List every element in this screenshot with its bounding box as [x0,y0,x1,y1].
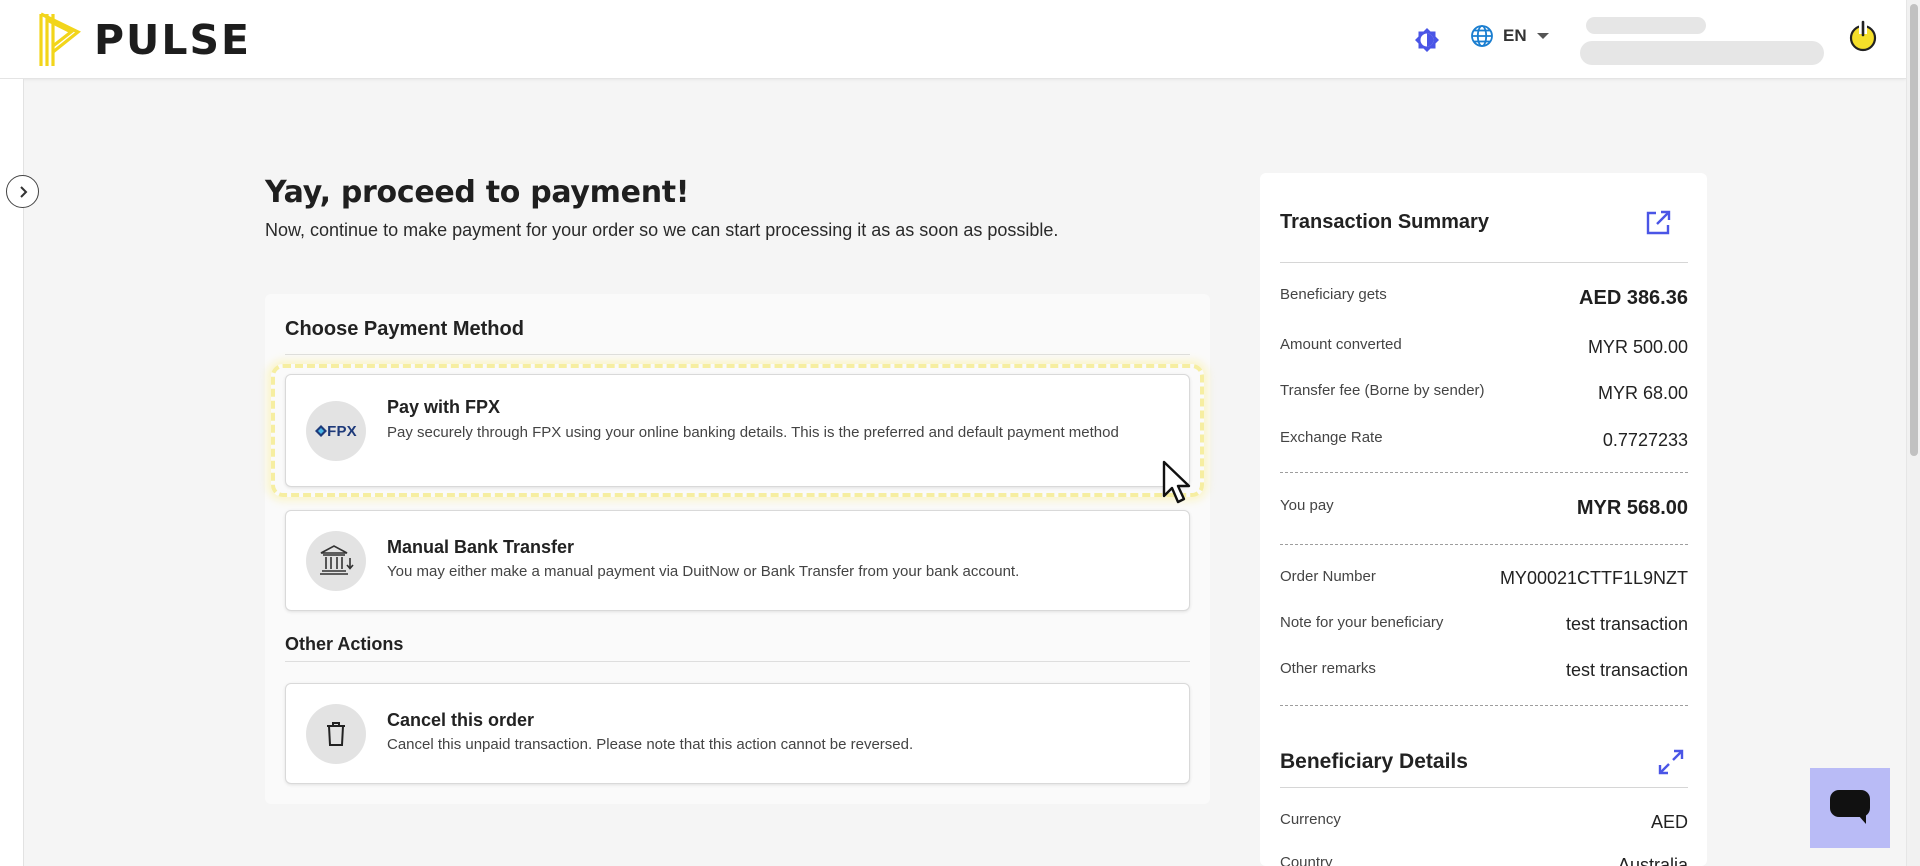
open-external-icon[interactable] [1644,209,1672,242]
trash-icon [306,704,366,764]
scrollbar-thumb[interactable] [1910,4,1918,456]
user-name-placeholder [1586,17,1706,34]
fpx-logo-text: FPX [327,422,357,440]
chat-bubble-icon [1830,790,1870,824]
page-subtitle: Now, continue to make payment for your o… [265,220,1059,240]
pulse-logo-icon [39,12,81,66]
option-description: Cancel this unpaid transaction. Please n… [387,736,914,753]
divider [1280,787,1688,788]
dashed-divider [1280,544,1688,545]
payment-method-card: Choose Payment Method FPX Pay with FPX P… [265,294,1210,804]
option-description: You may either make a manual payment via… [387,563,1020,580]
beneficiary-details-title: Beneficiary Details [1280,750,1468,773]
summary-label: You pay [1280,497,1334,514]
summary-label: Order Number [1280,568,1376,585]
choose-payment-heading: Choose Payment Method [285,318,524,340]
divider [285,354,1190,355]
option-title: Cancel this order [387,710,535,730]
brand-name: PULSE [94,16,252,64]
summary-title: Transaction Summary [1280,211,1489,233]
chevron-right-icon [19,185,27,198]
summary-value: MYR 68.00 [1597,383,1688,403]
dashed-divider [1280,705,1688,706]
fpx-logo-icon: FPX [306,401,366,461]
theme-toggle-icon[interactable] [1413,26,1441,59]
manual-bank-transfer-option[interactable]: Manual Bank Transfer You may either make… [285,510,1190,611]
page-title: Yay, proceed to payment! [265,175,690,210]
chevron-down-icon [1536,33,1549,39]
summary-label: Transfer fee (Borne by sender) [1280,382,1485,399]
option-title: Manual Bank Transfer [387,537,575,557]
beneficiary-label: Currency [1280,811,1341,828]
dashed-divider [1280,472,1688,473]
summary-value: MYR 568.00 [1576,497,1688,519]
summary-label: Other remarks [1280,660,1376,677]
summary-label: Note for your beneficiary [1280,614,1444,631]
chat-widget-button[interactable] [1810,768,1890,848]
language-label: EN [1503,26,1527,45]
divider [285,661,1190,662]
summary-value: 0.7727233 [1602,430,1688,450]
order-number-value: MY00021CTTF1L9NZT [1499,568,1688,588]
beneficiary-value: Australia [1617,855,1688,866]
summary-label: Exchange Rate [1280,429,1383,446]
bank-icon [306,531,366,591]
option-description: Pay securely through FPX using your onli… [387,424,1119,441]
summary-value: test transaction [1565,660,1688,680]
mouse-cursor [1162,460,1192,509]
divider [1280,262,1688,263]
beneficiary-label: Country [1280,854,1333,866]
other-actions-heading: Other Actions [285,634,404,654]
option-title: Pay with FPX [387,397,501,417]
summary-value: AED 386.36 [1579,287,1688,309]
transaction-summary-panel: Transaction Summary Beneficiary gets AED… [1260,173,1707,866]
pay-with-fpx-option[interactable]: FPX Pay with FPX Pay securely through FP… [285,374,1190,487]
sidebar-toggle-button[interactable] [6,175,39,208]
beneficiary-value: AED [1650,812,1688,832]
user-email-placeholder [1580,41,1824,65]
pulse-logo[interactable]: PULSE [38,12,251,68]
summary-label: Amount converted [1280,336,1402,353]
power-icon[interactable] [1848,20,1878,57]
summary-value: MYR 500.00 [1587,337,1688,357]
summary-value: test transaction [1565,614,1688,634]
language-selector[interactable]: EN [1470,24,1550,48]
page-scrollbar[interactable] [1906,0,1920,866]
summary-label: Beneficiary gets [1280,286,1387,303]
cancel-order-option[interactable]: Cancel this order Cancel this unpaid tra… [285,683,1190,784]
expand-icon[interactable] [1657,748,1685,781]
top-header: PULSE EN [0,0,1906,79]
globe-icon [1471,25,1493,47]
